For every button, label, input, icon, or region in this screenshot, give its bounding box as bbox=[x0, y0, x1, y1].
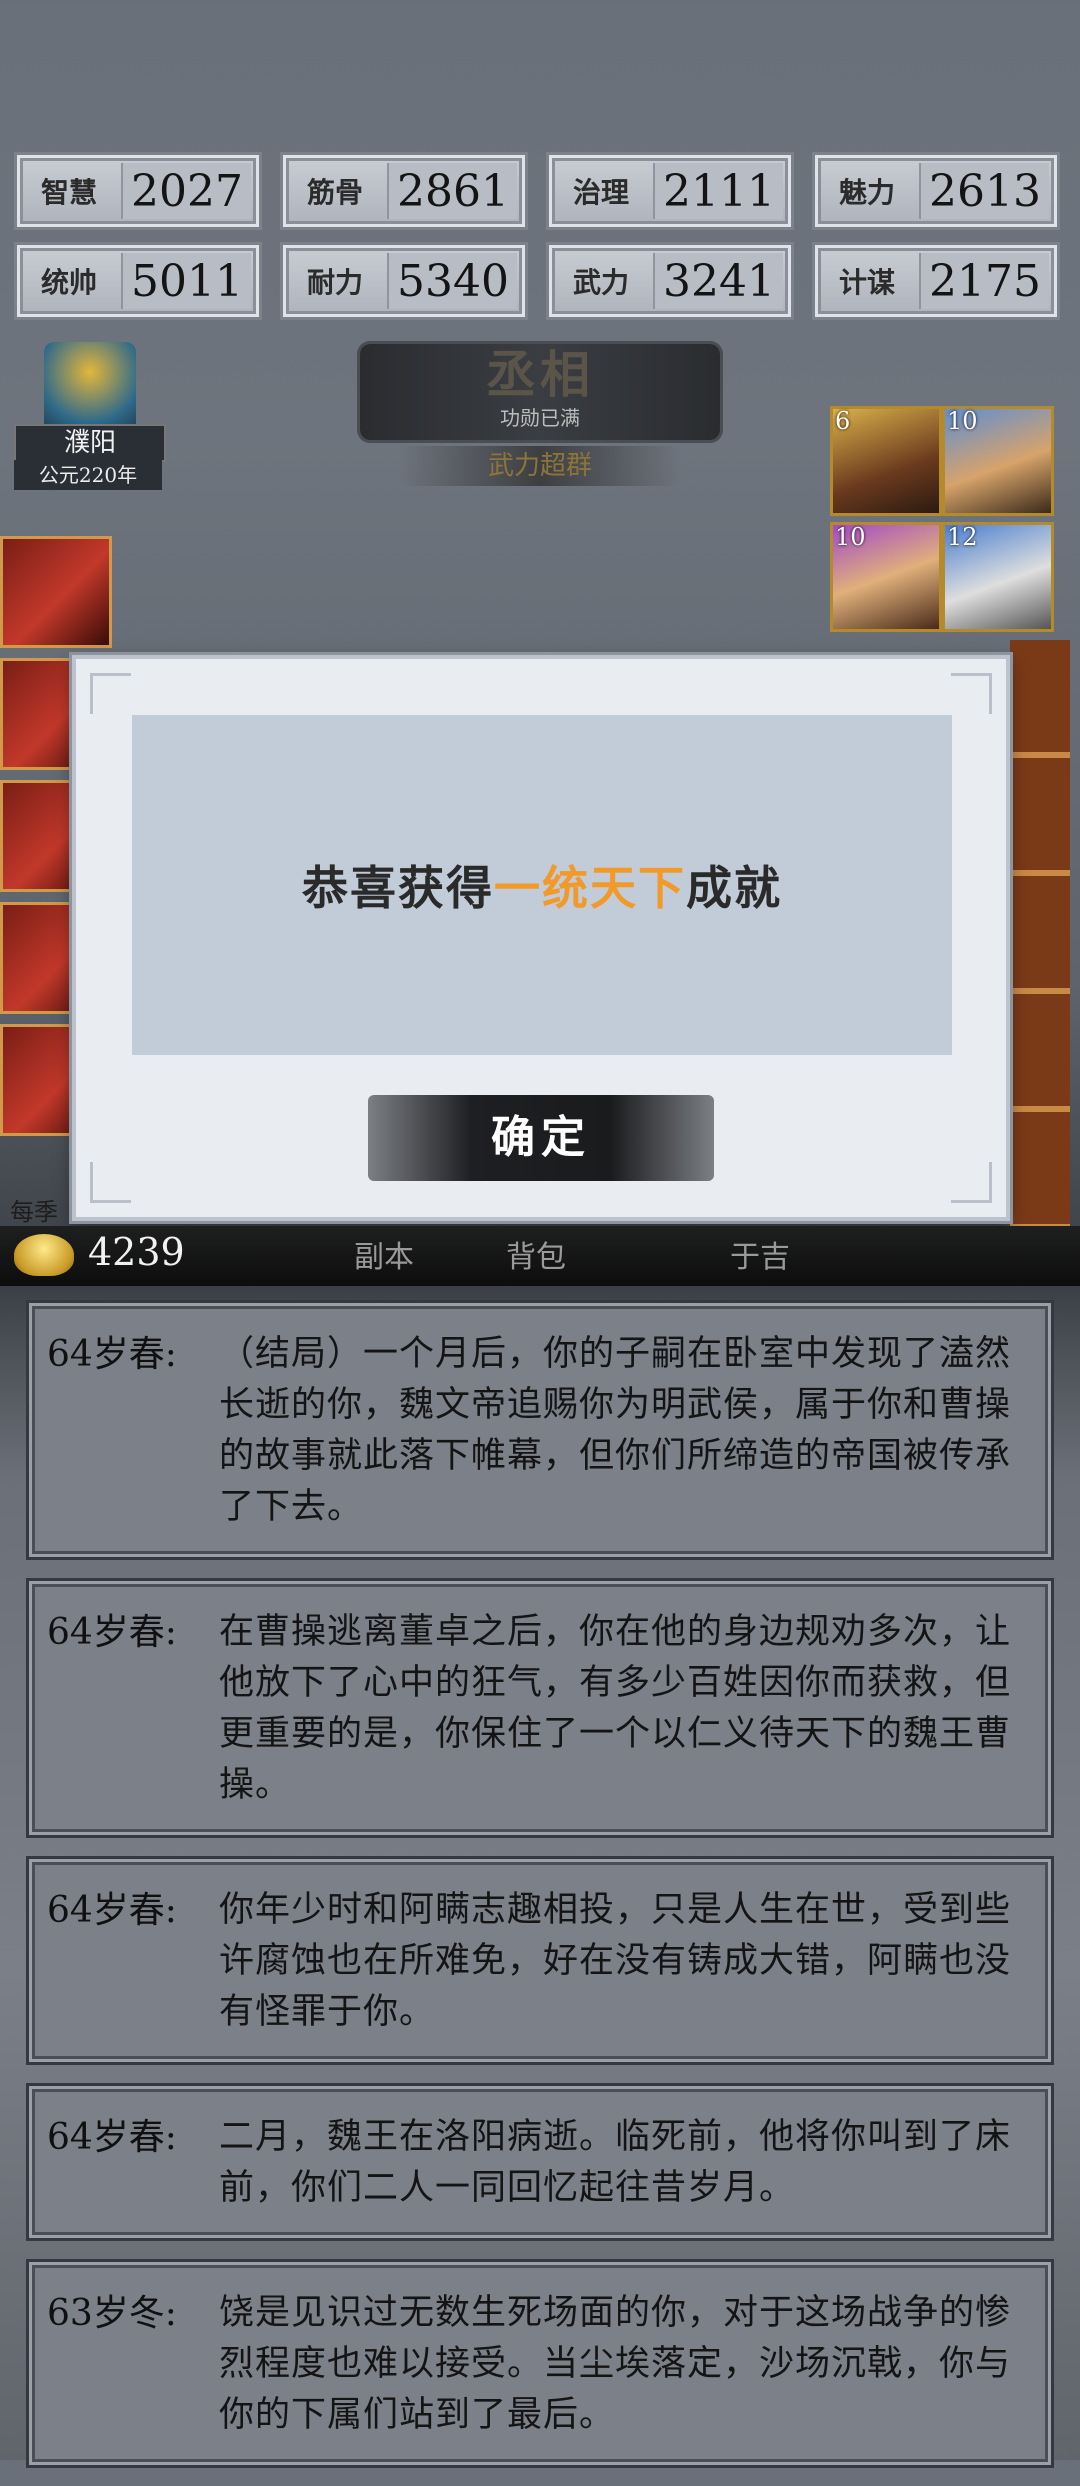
stat-force: 武力 3241 bbox=[546, 242, 794, 320]
stats-panel: 智慧 2027 筋骨 2861 治理 2111 魅力 2613 统帅 5011 耐力 534… bbox=[14, 152, 1066, 332]
portrait-level: 6 bbox=[835, 407, 851, 435]
confirm-button[interactable]: 确定 bbox=[368, 1095, 714, 1181]
message-suffix: 成就 bbox=[686, 861, 782, 915]
log-age: 64岁春: bbox=[47, 1612, 177, 1653]
stat-label: 武力 bbox=[572, 266, 629, 299]
stat-physique: 筋骨 2861 bbox=[280, 152, 528, 230]
stat-label: 治理 bbox=[572, 176, 629, 209]
stats-row-1: 智慧 2027 筋骨 2861 治理 2111 魅力 2613 bbox=[14, 152, 1066, 230]
tab-dungeon[interactable]: 副本 bbox=[354, 1232, 414, 1276]
general-portrait[interactable]: 12 bbox=[942, 522, 1054, 632]
subordinate-portraits: 6 10 10 12 bbox=[830, 406, 1070, 638]
stat-command: 统帅 5011 bbox=[14, 242, 262, 320]
stat-label: 耐力 bbox=[306, 266, 363, 299]
log-text: 在曹操逃离董卓之后，你在他的身边规劝多次，让他放下了心中的狂气，有多少百姓因你而… bbox=[219, 1612, 1012, 1805]
trait-label: 武力超群 bbox=[400, 446, 680, 486]
life-event-log[interactable]: 64岁春: （结局）一个月后，你的子嗣在卧室中发现了溘然长逝的你，魏文帝追赐你为… bbox=[26, 1300, 1054, 2486]
portrait-level: 12 bbox=[947, 523, 978, 551]
stat-charisma: 魅力 2613 bbox=[812, 152, 1060, 230]
stat-value: 2175 bbox=[919, 253, 1049, 309]
stat-label: 统帅 bbox=[40, 266, 97, 299]
achievement-message: 恭喜获得一统天下成就 bbox=[302, 852, 782, 918]
tab-yuji[interactable]: 于吉 bbox=[730, 1232, 790, 1276]
stat-wisdom: 智慧 2027 bbox=[14, 152, 262, 230]
stat-value: 2613 bbox=[919, 163, 1049, 219]
achievement-name: 一统天下 bbox=[494, 861, 686, 915]
stat-value: 5340 bbox=[387, 253, 517, 309]
stats-row-2: 统帅 5011 耐力 5340 武力 3241 计谋 2175 bbox=[14, 242, 1066, 320]
portrait-strip bbox=[1010, 640, 1070, 1230]
location-year: 公元220年 bbox=[14, 460, 162, 490]
location-badge[interactable]: 濮阳 公元220年 bbox=[14, 342, 166, 492]
stat-strategy: 计谋 2175 bbox=[812, 242, 1060, 320]
stat-value: 2861 bbox=[387, 163, 517, 219]
gold-ingot-icon bbox=[14, 1234, 74, 1276]
frame-corner bbox=[951, 1162, 992, 1203]
portrait-level: 10 bbox=[835, 523, 866, 551]
portrait-level: 10 bbox=[947, 407, 978, 435]
message-prefix: 恭喜获得 bbox=[302, 861, 494, 915]
log-age: 64岁春: bbox=[47, 1890, 177, 1931]
stat-label: 计谋 bbox=[838, 266, 895, 299]
season-label: 每季 bbox=[10, 1198, 58, 1226]
general-portrait[interactable]: 10 bbox=[942, 406, 1054, 516]
log-entry: 64岁春: 你年少时和阿瞒志趣相投，只是人生在世，受到些许腐蚀也在所难免，好在没… bbox=[26, 1856, 1054, 2065]
dialog-message-box: 恭喜获得一统天下成就 bbox=[132, 715, 952, 1055]
log-entry: 64岁春: 二月，魏王在洛阳病逝。临死前，他将你叫到了床前，你们二人一同回忆起往… bbox=[26, 2083, 1054, 2241]
rank-status: 功勋已满 bbox=[500, 406, 580, 430]
stat-governance: 治理 2111 bbox=[546, 152, 794, 230]
frame-corner bbox=[90, 673, 131, 714]
frame-corner bbox=[90, 1162, 131, 1203]
log-age: 64岁春: bbox=[47, 2117, 177, 2158]
stat-label: 智慧 bbox=[40, 176, 97, 209]
gold-amount: 4239 bbox=[88, 1230, 185, 1274]
log-entry: 63岁冬: 饶是见识过无数生死场面的你，对于这场战争的惨烈程度也难以接受。当尘埃… bbox=[26, 2259, 1054, 2468]
stat-value: 3241 bbox=[653, 253, 783, 309]
achievement-dialog: 恭喜获得一统天下成就 确定 bbox=[72, 655, 1010, 1221]
location-name: 濮阳 bbox=[14, 424, 166, 462]
stat-label: 筋骨 bbox=[306, 176, 363, 209]
stat-value: 2027 bbox=[121, 163, 251, 219]
log-text: 饶是见识过无数生死场面的你，对于这场战争的惨烈程度也难以接受。当尘埃落定，沙场沉… bbox=[219, 2293, 1012, 2435]
log-text: 你年少时和阿瞒志趣相投，只是人生在世，受到些许腐蚀也在所难免，好在没有铸成大错，… bbox=[219, 1890, 1012, 2032]
general-portrait[interactable]: 10 bbox=[830, 522, 942, 632]
log-entry: 64岁春: （结局）一个月后，你的子嗣在卧室中发现了溘然长逝的你，魏文帝追赐你为… bbox=[26, 1300, 1054, 1560]
general-portrait[interactable]: 6 bbox=[830, 406, 942, 516]
rank-title: 丞相 bbox=[486, 345, 594, 404]
log-text: 二月，魏王在洛阳病逝。临死前，他将你叫到了床前，你们二人一同回忆起往昔岁月。 bbox=[219, 2117, 1012, 2208]
log-text: （结局）一个月后，你的子嗣在卧室中发现了溘然长逝的你，魏文帝追赐你为明武侯，属于… bbox=[219, 1334, 1012, 1527]
tab-backpack[interactable]: 背包 bbox=[506, 1232, 566, 1276]
sword-item-icon[interactable] bbox=[0, 536, 112, 648]
rank-plate: 丞相 功勋已满 bbox=[360, 344, 720, 440]
stat-endurance: 耐力 5340 bbox=[280, 242, 528, 320]
stat-value: 2111 bbox=[653, 163, 783, 219]
log-entry: 64岁春: 在曹操逃离董卓之后，你在他的身边规劝多次，让他放下了心中的狂气，有多… bbox=[26, 1578, 1054, 1838]
bottom-bar: 4239 副本 背包 于吉 bbox=[0, 1226, 1080, 1286]
frame-corner bbox=[951, 673, 992, 714]
stat-value: 5011 bbox=[121, 253, 251, 309]
stat-label: 魅力 bbox=[838, 176, 895, 209]
log-age: 64岁春: bbox=[47, 1334, 177, 1375]
log-age: 63岁冬: bbox=[47, 2293, 177, 2334]
